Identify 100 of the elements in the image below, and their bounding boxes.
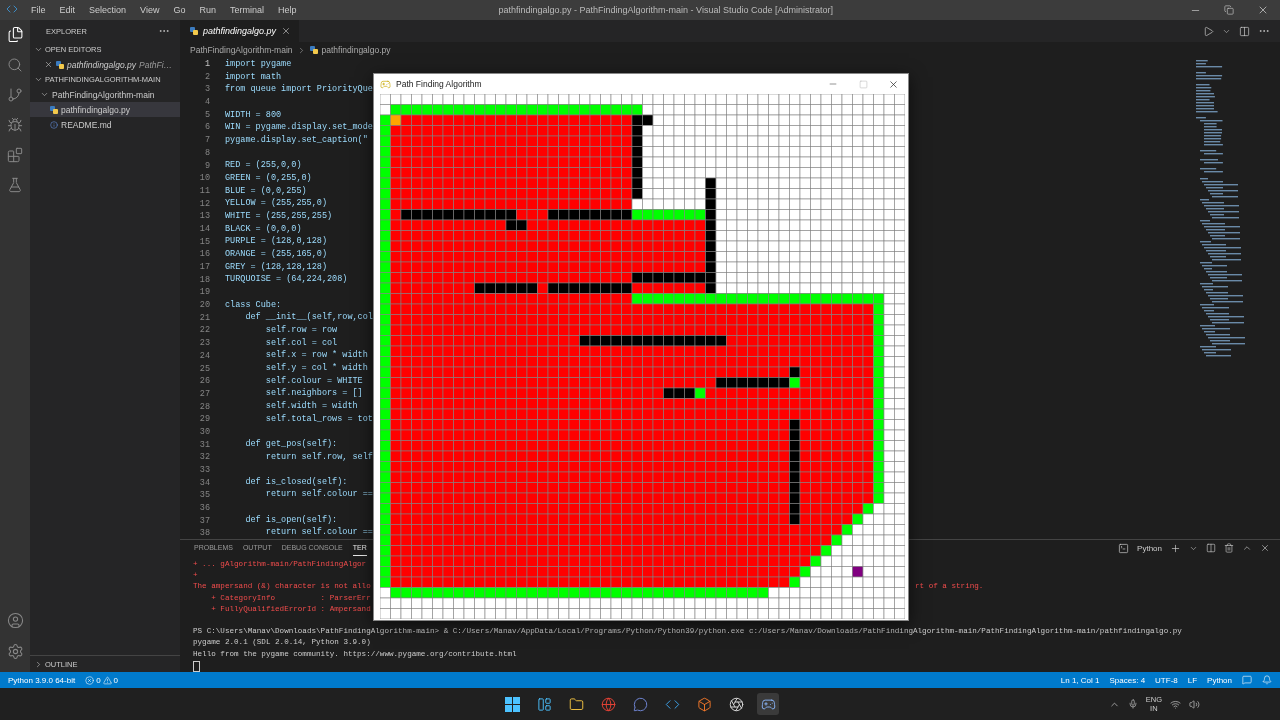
code-line: def __init__(self,row,col bbox=[244, 311, 373, 324]
volume-icon[interactable] bbox=[1189, 698, 1200, 710]
menu-item[interactable]: Selection bbox=[82, 5, 134, 15]
code-line: class Cube: bbox=[225, 298, 282, 312]
breadcrumb-item[interactable]: pathfindingalgo.py bbox=[321, 45, 391, 55]
settings-icon[interactable] bbox=[6, 643, 24, 660]
extensions-icon[interactable] bbox=[7, 147, 23, 163]
close-icon[interactable] bbox=[44, 60, 53, 69]
widgets-icon bbox=[536, 696, 552, 712]
search-icon[interactable] bbox=[7, 57, 23, 73]
terminal-name[interactable]: Python bbox=[1137, 543, 1162, 553]
line-number: 4 bbox=[204, 96, 210, 109]
tree-item[interactable]: PathFindingAlgorithm-main bbox=[30, 87, 180, 102]
code-line: return self.row, self bbox=[264, 450, 373, 464]
menu-item[interactable]: Help bbox=[270, 5, 304, 15]
code-line: WHITE = (255,255,255) bbox=[225, 209, 333, 223]
status-item[interactable]: Ln 1, Col 1 bbox=[1060, 675, 1100, 685]
line-number: 35 bbox=[199, 489, 210, 503]
error-icon bbox=[85, 675, 95, 685]
line-number: 31 bbox=[199, 438, 210, 452]
menu-item[interactable]: Edit bbox=[52, 5, 83, 15]
status-item[interactable]: Spaces: 4 bbox=[1109, 675, 1146, 685]
line-number: 1 bbox=[204, 58, 210, 71]
chevron-down-icon bbox=[34, 45, 43, 54]
wifi-icon[interactable] bbox=[1170, 698, 1181, 710]
restore-icon[interactable] bbox=[1224, 5, 1234, 15]
interpreter-status[interactable]: Python 3.9.0 64-bit bbox=[8, 675, 76, 685]
files-icon[interactable] bbox=[6, 26, 24, 43]
code-line: TURQUOISE = (64,224,208) bbox=[225, 273, 348, 286]
line-number: 21 bbox=[199, 311, 210, 325]
menu-item[interactable]: View bbox=[133, 5, 167, 15]
line-number: 29 bbox=[199, 413, 210, 426]
code-line: GREEN = (0,255,0) bbox=[225, 171, 312, 185]
line-number: 8 bbox=[204, 146, 210, 160]
run-debug-icon[interactable] bbox=[7, 117, 23, 133]
line-number: 10 bbox=[199, 172, 210, 185]
menu-item[interactable]: Go bbox=[166, 5, 193, 15]
problems-status[interactable]: 0 0 bbox=[85, 675, 119, 685]
trash-icon[interactable] bbox=[1224, 543, 1234, 553]
menu-item[interactable]: File bbox=[24, 5, 53, 15]
status-item[interactable]: Python bbox=[1207, 675, 1232, 685]
code-line: def is_closed(self): bbox=[244, 475, 348, 489]
line-number: 5 bbox=[204, 108, 210, 122]
split-terminal-icon[interactable] bbox=[1206, 543, 1216, 553]
split-editor-icon[interactable] bbox=[1239, 25, 1250, 37]
line-number: 24 bbox=[199, 349, 210, 363]
code-line: def is_open(self): bbox=[244, 513, 338, 527]
tree-item[interactable]: README.md bbox=[30, 117, 180, 132]
python-file-icon bbox=[56, 60, 64, 69]
line-number: 18 bbox=[199, 273, 210, 287]
close-icon[interactable] bbox=[281, 26, 292, 36]
status-item[interactable]: LF bbox=[1187, 675, 1198, 685]
taskbar-app-button[interactable] bbox=[757, 693, 779, 715]
line-number: 38 bbox=[199, 527, 210, 541]
code-line: self.width = width bbox=[264, 400, 358, 413]
line-number: 16 bbox=[199, 248, 210, 261]
open-editor-item[interactable]: pathfindingalgo.py PathFi… bbox=[30, 57, 180, 72]
line-number: 30 bbox=[199, 425, 210, 439]
browser-icon bbox=[600, 696, 616, 712]
close-icon[interactable] bbox=[1257, 4, 1269, 16]
chat-icon bbox=[632, 696, 648, 712]
code-line: self.total_rows = tot bbox=[264, 412, 373, 426]
code-line: self.neighbors = [] bbox=[264, 387, 363, 400]
chevron-up-icon[interactable] bbox=[1242, 543, 1252, 553]
terminal-icon[interactable] bbox=[1118, 542, 1130, 554]
code-line: def get_pos(self): bbox=[244, 437, 338, 451]
code-line: ORANGE = (255,165,0) bbox=[225, 247, 328, 261]
line-number: 6 bbox=[204, 121, 210, 135]
code-line: from queue import PriorityQue bbox=[225, 83, 373, 97]
chevron-right-icon bbox=[34, 659, 43, 669]
code-logo-icon bbox=[6, 3, 18, 15]
line-number: 26 bbox=[199, 375, 210, 388]
run-icon[interactable] bbox=[1203, 25, 1214, 37]
tree-item[interactable]: pathfindingalgo.py bbox=[30, 102, 180, 117]
aperture-icon bbox=[728, 696, 744, 712]
close-icon[interactable] bbox=[1260, 543, 1270, 553]
status-item[interactable]: UTF-8 bbox=[1155, 675, 1178, 685]
menu-item[interactable]: Terminal bbox=[222, 5, 271, 15]
code-line: RED = (255,0,0) bbox=[225, 159, 302, 172]
flask-icon[interactable] bbox=[7, 177, 23, 193]
code-line: import math bbox=[225, 70, 282, 84]
python-file-icon bbox=[50, 105, 58, 114]
plus-icon[interactable] bbox=[1170, 542, 1181, 554]
menu-item[interactable]: Run bbox=[192, 5, 223, 15]
line-number: 17 bbox=[199, 261, 210, 274]
line-number: 34 bbox=[199, 476, 210, 490]
bell-icon[interactable] bbox=[1262, 675, 1272, 685]
line-number: 37 bbox=[199, 514, 210, 528]
code-line: self.y = col * width bbox=[264, 361, 368, 375]
account-icon[interactable] bbox=[6, 612, 24, 629]
breadcrumb-item[interactable]: PathFindingAlgorithm-main bbox=[190, 45, 293, 55]
cube-icon bbox=[696, 696, 712, 712]
code-line: self.colour = WHITE bbox=[264, 374, 363, 388]
code-line: BLACK = (0,0,0) bbox=[225, 222, 302, 236]
microphone-icon[interactable] bbox=[1127, 699, 1138, 709]
python-file-icon bbox=[190, 27, 198, 35]
branch-icon[interactable] bbox=[7, 87, 23, 103]
folder-icon bbox=[568, 696, 584, 712]
code-line: self.col = col bbox=[264, 336, 338, 350]
editor-tab[interactable]: pathfindingalgo.py bbox=[180, 20, 300, 42]
